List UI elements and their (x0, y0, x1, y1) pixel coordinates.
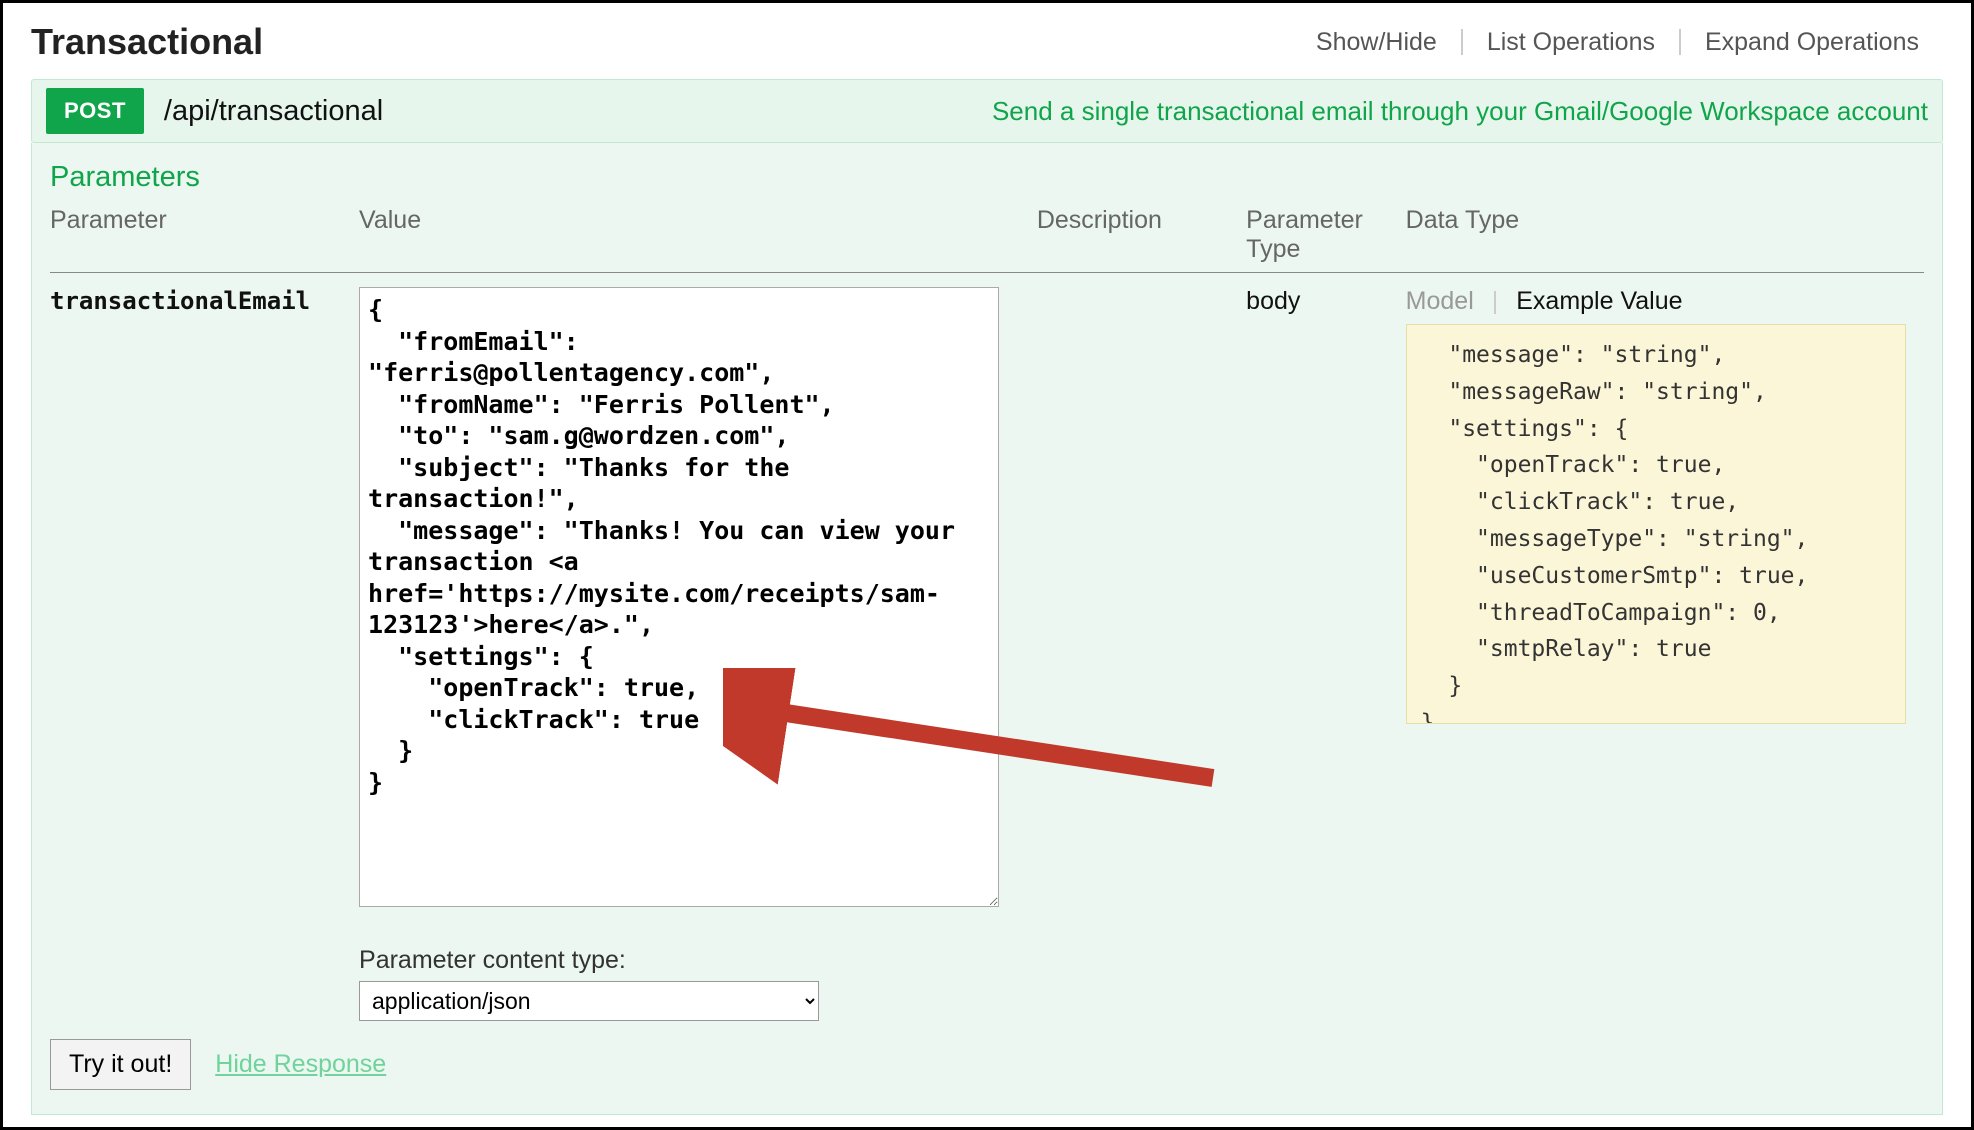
parameters-title: Parameters (50, 161, 1924, 194)
page-header: Transactional Show/Hide List Operations … (3, 3, 1971, 71)
try-it-out-button[interactable]: Try it out! (50, 1039, 191, 1090)
data-type-tabs: Model | Example Value (1406, 287, 1924, 316)
expand-operations-link[interactable]: Expand Operations (1681, 28, 1943, 57)
parameter-value-input[interactable] (359, 287, 999, 907)
tab-divider: | (1492, 287, 1499, 316)
parameters-table: Parameter Value Description Parameter Ty… (50, 206, 1924, 1021)
parameter-type: body (1246, 287, 1300, 315)
http-method-badge: POST (46, 88, 144, 134)
show-hide-link[interactable]: Show/Hide (1292, 28, 1461, 57)
table-row: transactionalEmail Parameter content typ… (50, 273, 1924, 1021)
endpoint-path: /api/transactional (164, 95, 383, 128)
content-type-select[interactable]: application/json (359, 981, 819, 1021)
col-header-data-type: Data Type (1406, 206, 1924, 264)
endpoint-description: Send a single transactional email throug… (992, 96, 1928, 127)
tab-example-value[interactable]: Example Value (1516, 287, 1682, 316)
list-operations-link[interactable]: List Operations (1463, 28, 1679, 57)
parameter-name: transactionalEmail (50, 287, 310, 315)
header-links: Show/Hide List Operations Expand Operati… (1292, 28, 1943, 57)
col-header-parameter-type: Parameter Type (1246, 206, 1405, 264)
example-value-box[interactable]: "message": "string", "messageRaw": "stri… (1406, 324, 1906, 724)
table-header-row: Parameter Value Description Parameter Ty… (50, 206, 1924, 273)
panel-footer: Try it out! Hide Response (50, 1039, 1924, 1090)
hide-response-link[interactable]: Hide Response (215, 1050, 386, 1079)
operation-panel: Parameters Parameter Value Description P… (31, 143, 1943, 1115)
col-header-parameter: Parameter (50, 206, 359, 264)
col-header-description: Description (1037, 206, 1246, 264)
content-type-label: Parameter content type: (359, 946, 1037, 975)
tab-model[interactable]: Model (1406, 287, 1474, 316)
page-title: Transactional (31, 21, 263, 63)
col-header-value: Value (359, 206, 1037, 264)
endpoint-bar[interactable]: POST /api/transactional Send a single tr… (31, 79, 1943, 143)
